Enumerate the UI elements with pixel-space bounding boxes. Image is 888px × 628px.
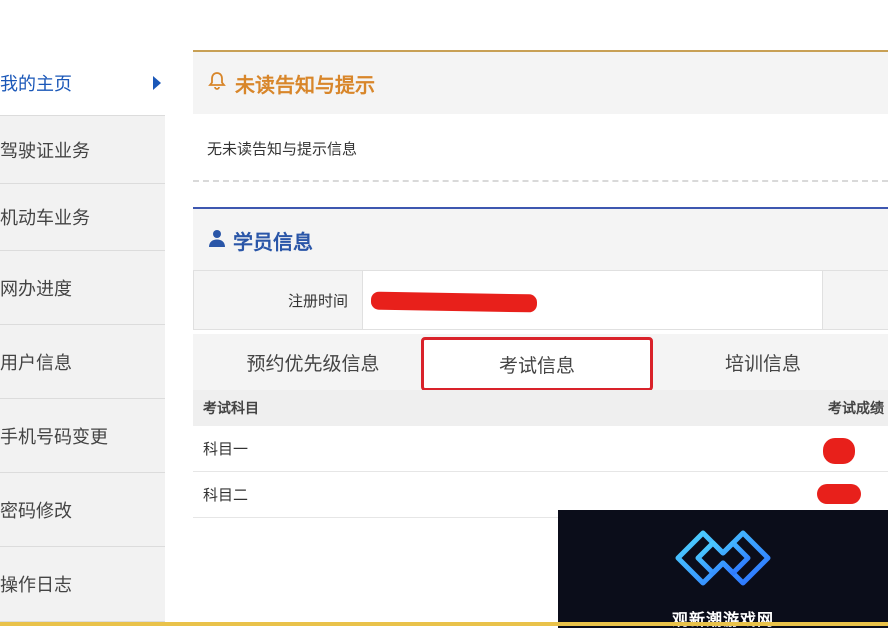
bottom-border bbox=[0, 622, 888, 626]
sidebar-item-home[interactable]: 我的主页 bbox=[0, 50, 165, 116]
chevron-right-icon bbox=[153, 75, 161, 90]
redaction-mark bbox=[817, 484, 861, 504]
exam-subject: 科目二 bbox=[203, 486, 249, 504]
tab-priority[interactable]: 预约优先级信息 bbox=[203, 334, 423, 390]
sidebar-item-label: 机动车业务 bbox=[0, 208, 90, 229]
tab-label: 培训信息 bbox=[724, 352, 801, 375]
user-icon bbox=[207, 228, 227, 253]
sidebar-item-vehicle[interactable]: 机动车业务 bbox=[0, 184, 165, 251]
sidebar: 我的主页 驾驶证业务 机动车业务 网办进度 用户信息 手机号码变更 密码修改 操… bbox=[0, 50, 165, 622]
notice-header: 未读告知与提示 bbox=[193, 52, 888, 114]
tab-label: 考试信息 bbox=[498, 354, 575, 377]
registration-extra-cell bbox=[822, 271, 888, 329]
notice-panel: 未读告知与提示 无未读告知与提示信息 bbox=[193, 50, 888, 182]
notice-body: 无未读告知与提示信息 bbox=[207, 140, 358, 158]
watermark-overlay: 观新潮游戏网 bbox=[558, 510, 888, 628]
tab-label: 预约优先级信息 bbox=[246, 352, 380, 375]
registration-label: 注册时间 bbox=[194, 271, 362, 329]
watermark-logo bbox=[658, 518, 788, 598]
student-title: 学员信息 bbox=[233, 229, 313, 254]
tab-training[interactable]: 培训信息 bbox=[653, 334, 873, 390]
student-panel: 学员信息 bbox=[193, 207, 888, 271]
info-tabs: 预约优先级信息 考试信息 培训信息 bbox=[193, 334, 888, 391]
registration-value bbox=[362, 271, 822, 329]
student-header: 学员信息 bbox=[193, 209, 888, 271]
sidebar-item-label: 操作日志 bbox=[0, 575, 72, 596]
exam-subject: 科目一 bbox=[203, 440, 249, 458]
divider bbox=[193, 180, 888, 182]
notice-title: 未读告知与提示 bbox=[235, 72, 375, 97]
sidebar-item-progress[interactable]: 网办进度 bbox=[0, 251, 165, 325]
table-row: 科目一 bbox=[193, 426, 888, 472]
sidebar-item-label: 密码修改 bbox=[0, 500, 72, 522]
exam-table-header: 考试科目 考试成绩 bbox=[193, 390, 888, 426]
bell-icon bbox=[207, 71, 227, 96]
redaction-mark bbox=[823, 438, 855, 464]
sidebar-item-license[interactable]: 驾驶证业务 bbox=[0, 116, 165, 184]
registration-row: 注册时间 bbox=[193, 270, 888, 330]
column-score: 考试成绩 bbox=[828, 401, 884, 417]
sidebar-item-label: 驾驶证业务 bbox=[0, 140, 90, 162]
sidebar-item-label: 用户信息 bbox=[0, 352, 72, 374]
sidebar-item-phone-change[interactable]: 手机号码变更 bbox=[0, 399, 165, 473]
sidebar-item-user-info[interactable]: 用户信息 bbox=[0, 325, 165, 399]
sidebar-item-label: 手机号码变更 bbox=[0, 426, 108, 448]
tab-exam[interactable]: 考试信息 bbox=[421, 337, 653, 391]
sidebar-item-password[interactable]: 密码修改 bbox=[0, 473, 165, 547]
sidebar-item-label: 我的主页 bbox=[0, 73, 72, 95]
sidebar-item-log[interactable]: 操作日志 bbox=[0, 547, 165, 622]
redaction-mark bbox=[370, 291, 538, 313]
sidebar-item-label: 网办进度 bbox=[0, 278, 72, 300]
column-subject: 考试科目 bbox=[203, 401, 259, 417]
